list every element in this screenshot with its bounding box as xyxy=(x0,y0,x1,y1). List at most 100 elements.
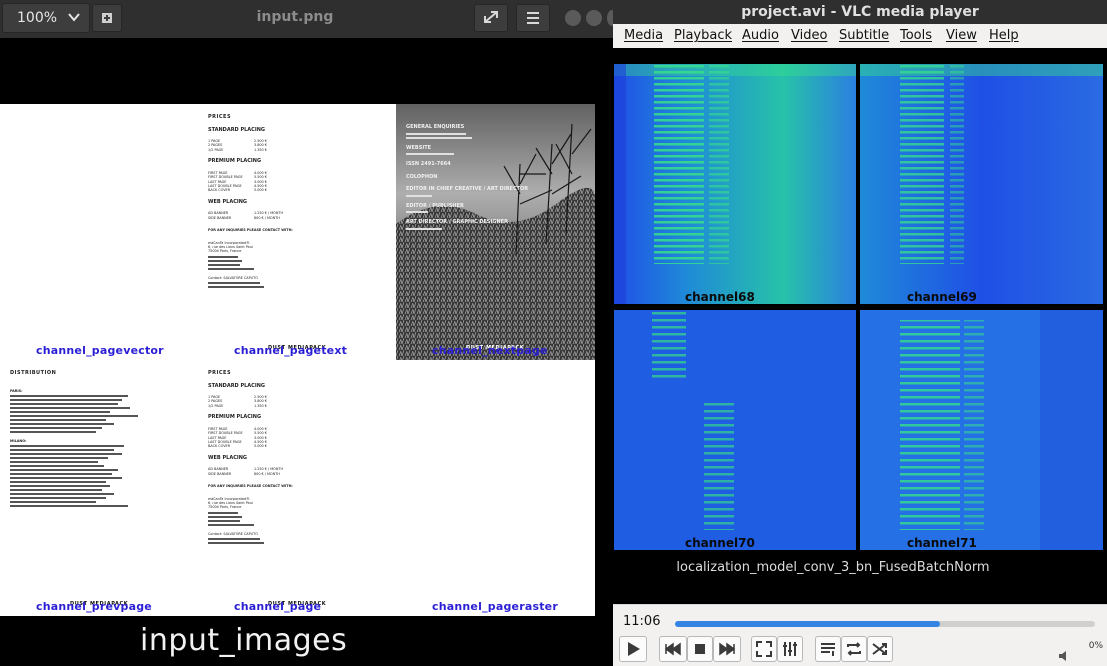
playlist-icon xyxy=(821,643,835,656)
vlc-controls: 11:06 0% xyxy=(613,604,1107,666)
tile-label: channel69 xyxy=(907,290,977,304)
extended-settings-button[interactable] xyxy=(777,636,803,662)
caption-pagetext: channel_pagetext xyxy=(234,344,348,357)
standard-rows: 1 PAGE 2.500 € 2 PAGES 3.800 € 1/2 PAGE 1.3… xyxy=(208,139,388,152)
zoom-dropdown[interactable]: 100% xyxy=(2,3,90,33)
equalizer-icon xyxy=(783,642,797,656)
shuffle-button[interactable] xyxy=(867,636,893,662)
next-icon xyxy=(719,642,736,656)
premium-placing-heading: PREMIUM PLACING xyxy=(208,158,262,165)
caption-nextpage: channel_nextpage xyxy=(432,344,548,357)
maximize-button[interactable] xyxy=(586,10,602,26)
premium-placing-heading: PREMIUM PLACING xyxy=(208,414,262,421)
cell-pageraster xyxy=(396,360,595,616)
menu-media[interactable]: Media xyxy=(624,28,663,43)
caption-prevpage: channel_prevpage xyxy=(36,600,152,613)
elapsed-time: 11:06 xyxy=(623,614,661,629)
feature-map-tile xyxy=(860,310,1103,550)
row-label: LAST PAGE xyxy=(208,179,227,184)
menu-audio[interactable]: Audio xyxy=(742,28,779,43)
row-label: SIDE BANNER xyxy=(208,471,232,476)
distribution-list: DISTRIBUTION PARIS: MILANO: xyxy=(10,370,190,509)
row-label: AD BANNER xyxy=(208,467,229,472)
contact-name: Contact: SALVATORE CAPUTO xyxy=(208,275,258,280)
issn-text: ISSN 2491-7664 xyxy=(406,161,451,167)
cell-nextpage: GENERAL ENQUIRIES WEBSITE ISSN 2491-7664… xyxy=(396,104,595,360)
stop-icon xyxy=(695,644,705,654)
vlc-title: project.avi - VLC media player xyxy=(741,4,979,20)
caption-pagevector: channel_pagevector xyxy=(36,344,164,357)
fullscreen-button[interactable] xyxy=(751,636,777,662)
row-label: 1 PAGE xyxy=(208,139,221,143)
premium-rows: FIRST PAGE 4.000 € FIRST DOUBLE PAGE 5.500… xyxy=(208,427,388,449)
premium-rows: FIRST PAGE 4.000 € FIRST DOUBLE PAGE 5.500… xyxy=(208,171,388,193)
row-label: FIRST PAGE xyxy=(208,170,228,175)
website-heading: WEBSITE xyxy=(406,144,432,151)
feature-map-tile xyxy=(614,64,856,304)
standard-placing-heading: STANDARD PLACING xyxy=(208,126,265,133)
bottom-caption: input_images xyxy=(140,623,348,658)
row-label: 2 PAGES xyxy=(208,399,223,404)
minimize-button[interactable] xyxy=(565,10,581,26)
row-label: SIDE BANNER xyxy=(208,215,232,220)
menu-tools[interactable]: Tools xyxy=(900,28,932,43)
distribution-heading: DISTRIBUTION xyxy=(10,370,57,376)
vlc-window: project.avi - VLC media player Media Pla… xyxy=(613,0,1107,666)
standard-placing-heading: STANDARD PLACING xyxy=(208,382,265,389)
menu-playback[interactable]: Playback xyxy=(674,28,732,43)
fullscreen-icon xyxy=(484,11,498,23)
row-label: BACK COVER xyxy=(208,188,231,193)
cell-page: PRICES STANDARD PLACING 1 PAGE 2.500 € 2 … xyxy=(198,360,396,616)
row-label: AD BANNER xyxy=(208,211,229,216)
colophon-text: GENERAL ENQUIRIES WEBSITE ISSN 2491-7664… xyxy=(406,114,536,232)
menu-subtitle[interactable]: Subtitle xyxy=(839,28,889,43)
chevron-down-icon xyxy=(68,13,80,22)
image-viewer-window: 100% input.png PRICES STANDARD PLACING 1… xyxy=(0,0,617,666)
volume-level[interactable]: 0% xyxy=(1089,641,1103,651)
fullscreen-icon xyxy=(756,641,772,657)
zoom-value: 100% xyxy=(17,10,58,26)
next-button[interactable] xyxy=(713,636,741,662)
row-price: 800 € / MONTH xyxy=(254,471,280,476)
menu-help[interactable]: Help xyxy=(989,28,1019,43)
tile-label: channel68 xyxy=(685,290,755,304)
company-city: 75004 Paris, France xyxy=(208,505,242,510)
row-label: BACK COVER xyxy=(208,444,231,449)
price-sheet: PRICES STANDARD PLACING 1 PAGE 2.500 € 2 … xyxy=(208,370,388,546)
general-enquiries-heading: GENERAL ENQUIRIES xyxy=(406,124,465,130)
editor-publisher-heading: EDITOR / PUBLISHER xyxy=(406,202,464,209)
vlc-menubar: Media Playback Audio Video Subtitle Tool… xyxy=(613,24,1107,48)
row-label: LAST DOUBLE PAGE xyxy=(208,184,242,189)
vlc-titlebar: project.avi - VLC media player xyxy=(613,0,1107,24)
colophon-heading: COLOPHON xyxy=(406,173,438,180)
loop-button[interactable] xyxy=(841,636,867,662)
price-sheet: PRICES STANDARD PLACING 1 PAGE 2.500 € 2 … xyxy=(208,114,388,290)
add-icon xyxy=(102,13,112,23)
row-label: LAST DOUBLE PAGE xyxy=(208,440,242,445)
feature-map xyxy=(614,64,856,304)
standard-rows: 1 PAGE 2.500 € 2 PAGES 3.800 € 1/2 PAGE 1.3… xyxy=(208,395,388,408)
row-label: 2 PAGES xyxy=(208,143,223,148)
image-canvas: PRICES STANDARD PLACING 1 PAGE 2.500 € 2 … xyxy=(0,104,595,616)
play-button[interactable] xyxy=(619,636,647,662)
web-placing-heading: WEB PLACING xyxy=(208,454,248,461)
menu-video[interactable]: Video xyxy=(791,28,827,43)
menu-button[interactable] xyxy=(516,4,550,32)
web-placing-heading: WEB PLACING xyxy=(208,198,248,205)
video-area[interactable]: channel68 channel69 channel70 channel71 … xyxy=(613,48,1107,604)
viewer-title: input.png xyxy=(256,9,334,25)
feature-map-tile xyxy=(860,64,1103,304)
playlist-button[interactable] xyxy=(815,636,841,662)
seek-bar[interactable] xyxy=(675,621,1095,627)
previous-button[interactable] xyxy=(659,636,687,662)
web-rows: AD BANNER 1.250 € / MONTH SIDE BANNER 800 … xyxy=(208,211,388,220)
menu-view[interactable]: View xyxy=(946,28,977,43)
cell-prevpage: DISTRIBUTION PARIS: MILANO: DUST MEDIAPA… xyxy=(0,360,198,616)
row-label: 1/2 PAGE xyxy=(208,147,224,152)
fullscreen-button[interactable] xyxy=(474,4,508,32)
stop-button[interactable] xyxy=(687,636,713,662)
feature-map-tile xyxy=(614,310,856,550)
speaker-icon[interactable] xyxy=(1057,649,1071,663)
contact-name: Contact: SALVATORE CAPUTO xyxy=(208,531,258,536)
gallery-button[interactable] xyxy=(92,4,122,32)
